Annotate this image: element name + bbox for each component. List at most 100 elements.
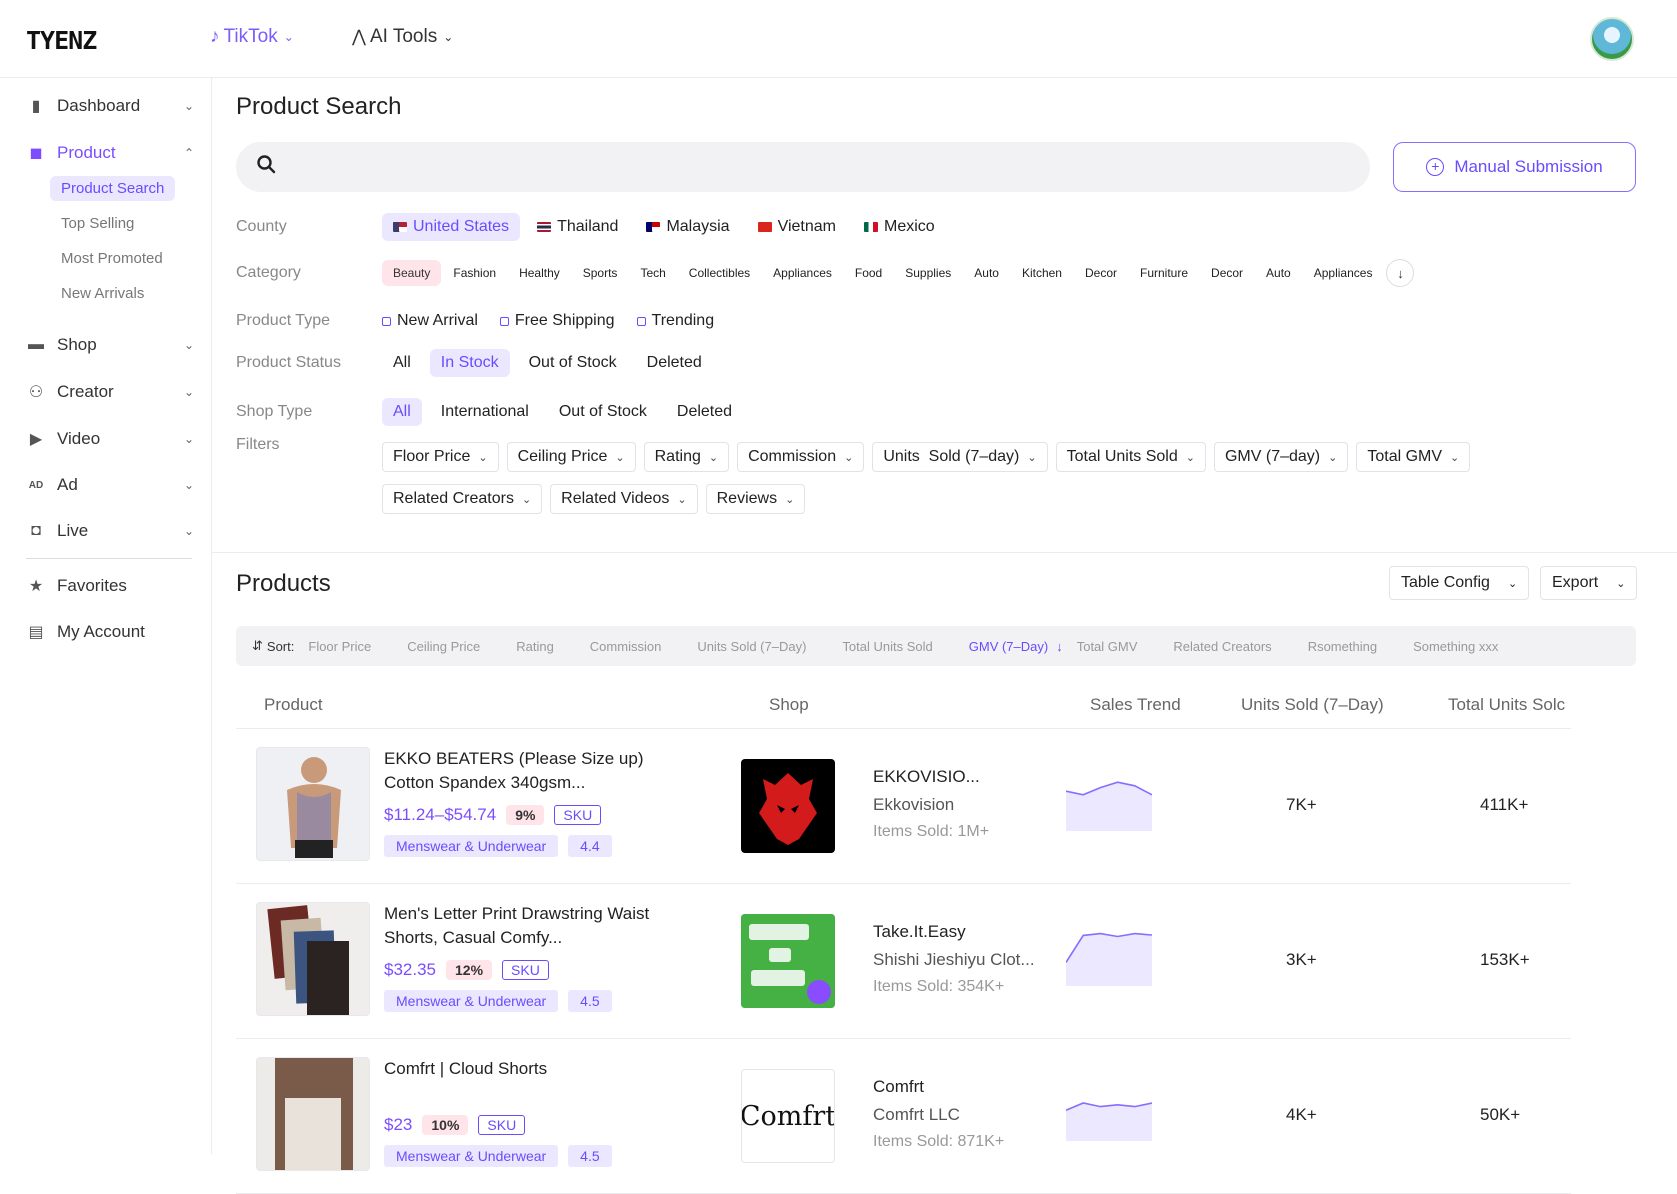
- table-row[interactable]: EKKO BEATERS (Please Size up) Cotton Spa…: [236, 729, 1571, 884]
- sort-option[interactable]: Floor Price: [308, 639, 371, 654]
- manual-submission-button[interactable]: + Manual Submission: [1393, 142, 1636, 192]
- product-name[interactable]: Men's Letter Print Drawstring Waist Shor…: [384, 902, 674, 950]
- dropdown-units-sold-7day[interactable]: Units Sold (7–day) ⌄: [872, 442, 1048, 472]
- sidebar-subitem-product-search[interactable]: Product Search: [50, 176, 176, 201]
- chip-country[interactable]: Thailand: [526, 213, 629, 241]
- dropdown-rating[interactable]: Rating ⌄: [643, 442, 730, 472]
- chip-country[interactable]: Vietnam: [747, 213, 847, 241]
- sidebar-item-dashboard[interactable]: ▮ Dashboard ⌄: [26, 96, 194, 116]
- chip-status[interactable]: In Stock: [429, 349, 510, 377]
- chip-category[interactable]: Decor: [1200, 260, 1254, 286]
- chip-shop-type[interactable]: International: [430, 398, 540, 426]
- sidebar-subitem-top-selling[interactable]: Top Selling: [50, 211, 145, 236]
- chip-category[interactable]: Appliances: [1303, 260, 1384, 286]
- column-header-sales-trend[interactable]: Sales Trend: [1090, 695, 1181, 715]
- ai-tools-dropdown[interactable]: ⋀ AI Tools ⌄: [352, 26, 453, 48]
- sidebar-subitem-most-promoted[interactable]: Most Promoted: [50, 246, 174, 271]
- column-header-total-units-sold[interactable]: Total Units Solc: [1448, 695, 1571, 715]
- shop-logo[interactable]: [741, 759, 835, 853]
- chip-category[interactable]: Sports: [572, 260, 629, 286]
- sort-option[interactable]: Commission: [590, 639, 662, 654]
- sort-option[interactable]: Something xxx: [1413, 639, 1498, 654]
- dropdown-reviews[interactable]: Reviews ⌄: [705, 484, 806, 514]
- chip-country[interactable]: Malaysia: [635, 213, 740, 241]
- chip-category[interactable]: Supplies: [894, 260, 962, 286]
- sidebar-subitem-new-arrivals[interactable]: New Arrivals: [50, 281, 155, 306]
- table-config-button[interactable]: Table Config ⌄: [1389, 566, 1530, 600]
- chip-shop-type[interactable]: Deleted: [666, 398, 743, 426]
- chip-category[interactable]: Beauty: [382, 260, 442, 286]
- shop-name[interactable]: EKKOVISIO...: [873, 767, 980, 787]
- sku-button[interactable]: SKU: [502, 960, 549, 980]
- chip-country[interactable]: Mexico: [853, 213, 946, 241]
- chip-country[interactable]: United States: [382, 213, 521, 241]
- chip-category[interactable]: Food: [844, 260, 893, 286]
- dropdown-total-units-sold[interactable]: Total Units Sold ⌄: [1055, 442, 1206, 472]
- product-image[interactable]: [256, 902, 370, 1016]
- chip-shop-type[interactable]: Out of Stock: [548, 398, 658, 426]
- shop-logo[interactable]: [741, 914, 835, 1008]
- product-image[interactable]: [256, 747, 370, 861]
- dropdown-gmv-7day[interactable]: GMV (7–day) ⌄: [1213, 442, 1349, 472]
- sidebar-item-my-account[interactable]: ▤ My Account: [26, 622, 194, 642]
- shop-logo[interactable]: Comfrt: [741, 1069, 835, 1163]
- dropdown-floor-price[interactable]: Floor Price ⌄: [382, 442, 499, 472]
- chip-category[interactable]: Decor: [1074, 260, 1128, 286]
- dropdown-total-gmv[interactable]: Total GMV ⌄: [1356, 442, 1471, 472]
- chip-status[interactable]: Deleted: [636, 349, 713, 377]
- checkbox-free-shipping[interactable]: Free Shipping: [489, 307, 626, 335]
- dropdown-related-videos[interactable]: Related Videos ⌄: [550, 484, 698, 514]
- chip-category[interactable]: Collectibles: [678, 260, 761, 286]
- chip-category[interactable]: Kitchen: [1011, 260, 1073, 286]
- product-name[interactable]: EKKO BEATERS (Please Size up) Cotton Spa…: [384, 747, 674, 795]
- chip-status[interactable]: Out of Stock: [518, 349, 628, 377]
- chip-category[interactable]: Fashion: [442, 260, 507, 286]
- sidebar-item-ad[interactable]: AD Ad ⌄: [26, 475, 194, 495]
- logo[interactable]: TYENZ: [26, 26, 97, 55]
- column-header-product[interactable]: Product: [264, 695, 323, 715]
- sidebar-item-shop[interactable]: ▬ Shop ⌄: [26, 335, 194, 355]
- chip-shop-type[interactable]: All: [382, 398, 422, 426]
- product-name[interactable]: Comfrt | Cloud Shorts: [384, 1057, 674, 1081]
- chip-category[interactable]: Auto: [963, 260, 1010, 286]
- expand-categories-button[interactable]: ↓: [1386, 259, 1415, 287]
- checkbox-new-arrival[interactable]: New Arrival: [382, 307, 489, 335]
- sort-option[interactable]: Ceiling Price: [407, 639, 480, 654]
- sidebar-item-video[interactable]: ▶ Video ⌄: [26, 429, 194, 449]
- sort-option[interactable]: Rating: [516, 639, 554, 654]
- chip-category[interactable]: Furniture: [1129, 260, 1199, 286]
- shop-name[interactable]: Comfrt: [873, 1077, 924, 1097]
- column-header-shop[interactable]: Shop: [769, 695, 809, 715]
- sort-option[interactable]: Related Creators: [1173, 639, 1271, 654]
- avatar[interactable]: [1590, 17, 1634, 61]
- table-row[interactable]: Men's Letter Print Drawstring Waist Shor…: [236, 884, 1571, 1039]
- sort-option[interactable]: Total GMV: [1077, 639, 1138, 654]
- checkbox-trending[interactable]: Trending: [626, 307, 726, 335]
- chip-category[interactable]: Auto: [1255, 260, 1302, 286]
- sidebar-item-creator[interactable]: ⚇ Creator ⌄: [26, 382, 194, 402]
- sort-option[interactable]: Total Units Sold: [842, 639, 932, 654]
- sidebar-item-product[interactable]: ◼ Product ⌃: [26, 143, 194, 163]
- chip-status[interactable]: All: [382, 349, 422, 377]
- shop-name[interactable]: Take.It.Easy: [873, 922, 966, 942]
- filter-row-dropdowns: Filters Floor Price ⌄ Ceiling Price ⌄ Rati…: [236, 436, 1636, 472]
- sort-option[interactable]: Units Sold (7–Day): [697, 639, 806, 654]
- sku-button[interactable]: SKU: [554, 805, 602, 825]
- table-row[interactable]: Comfrt | Cloud Shorts $23 10% SKU Menswe…: [236, 1039, 1571, 1194]
- chip-category[interactable]: Appliances: [762, 260, 843, 286]
- chip-category[interactable]: Healthy: [508, 260, 571, 286]
- sidebar-item-live[interactable]: ◘ Live ⌄: [26, 521, 194, 541]
- sort-option-active[interactable]: GMV (7–Day): [969, 639, 1048, 654]
- sort-option[interactable]: Rsomething: [1308, 639, 1377, 654]
- dropdown-ceiling-price[interactable]: Ceiling Price ⌄: [506, 442, 636, 472]
- chip-category[interactable]: Tech: [629, 260, 676, 286]
- column-header-units-sold-7day[interactable]: Units Sold (7–Day): [1241, 695, 1384, 715]
- search-input[interactable]: [236, 142, 1370, 192]
- sidebar-item-favorites[interactable]: ★ Favorites: [26, 576, 194, 596]
- platform-dropdown[interactable]: ♪ TikTok ⌄: [210, 26, 294, 48]
- export-button[interactable]: Export ⌄: [1540, 566, 1638, 600]
- dropdown-label: Rating: [654, 448, 701, 465]
- sku-button[interactable]: SKU: [478, 1115, 526, 1135]
- dropdown-related-creators[interactable]: Related Creators ⌄: [382, 484, 543, 514]
- dropdown-commission[interactable]: Commission ⌄: [737, 442, 865, 472]
